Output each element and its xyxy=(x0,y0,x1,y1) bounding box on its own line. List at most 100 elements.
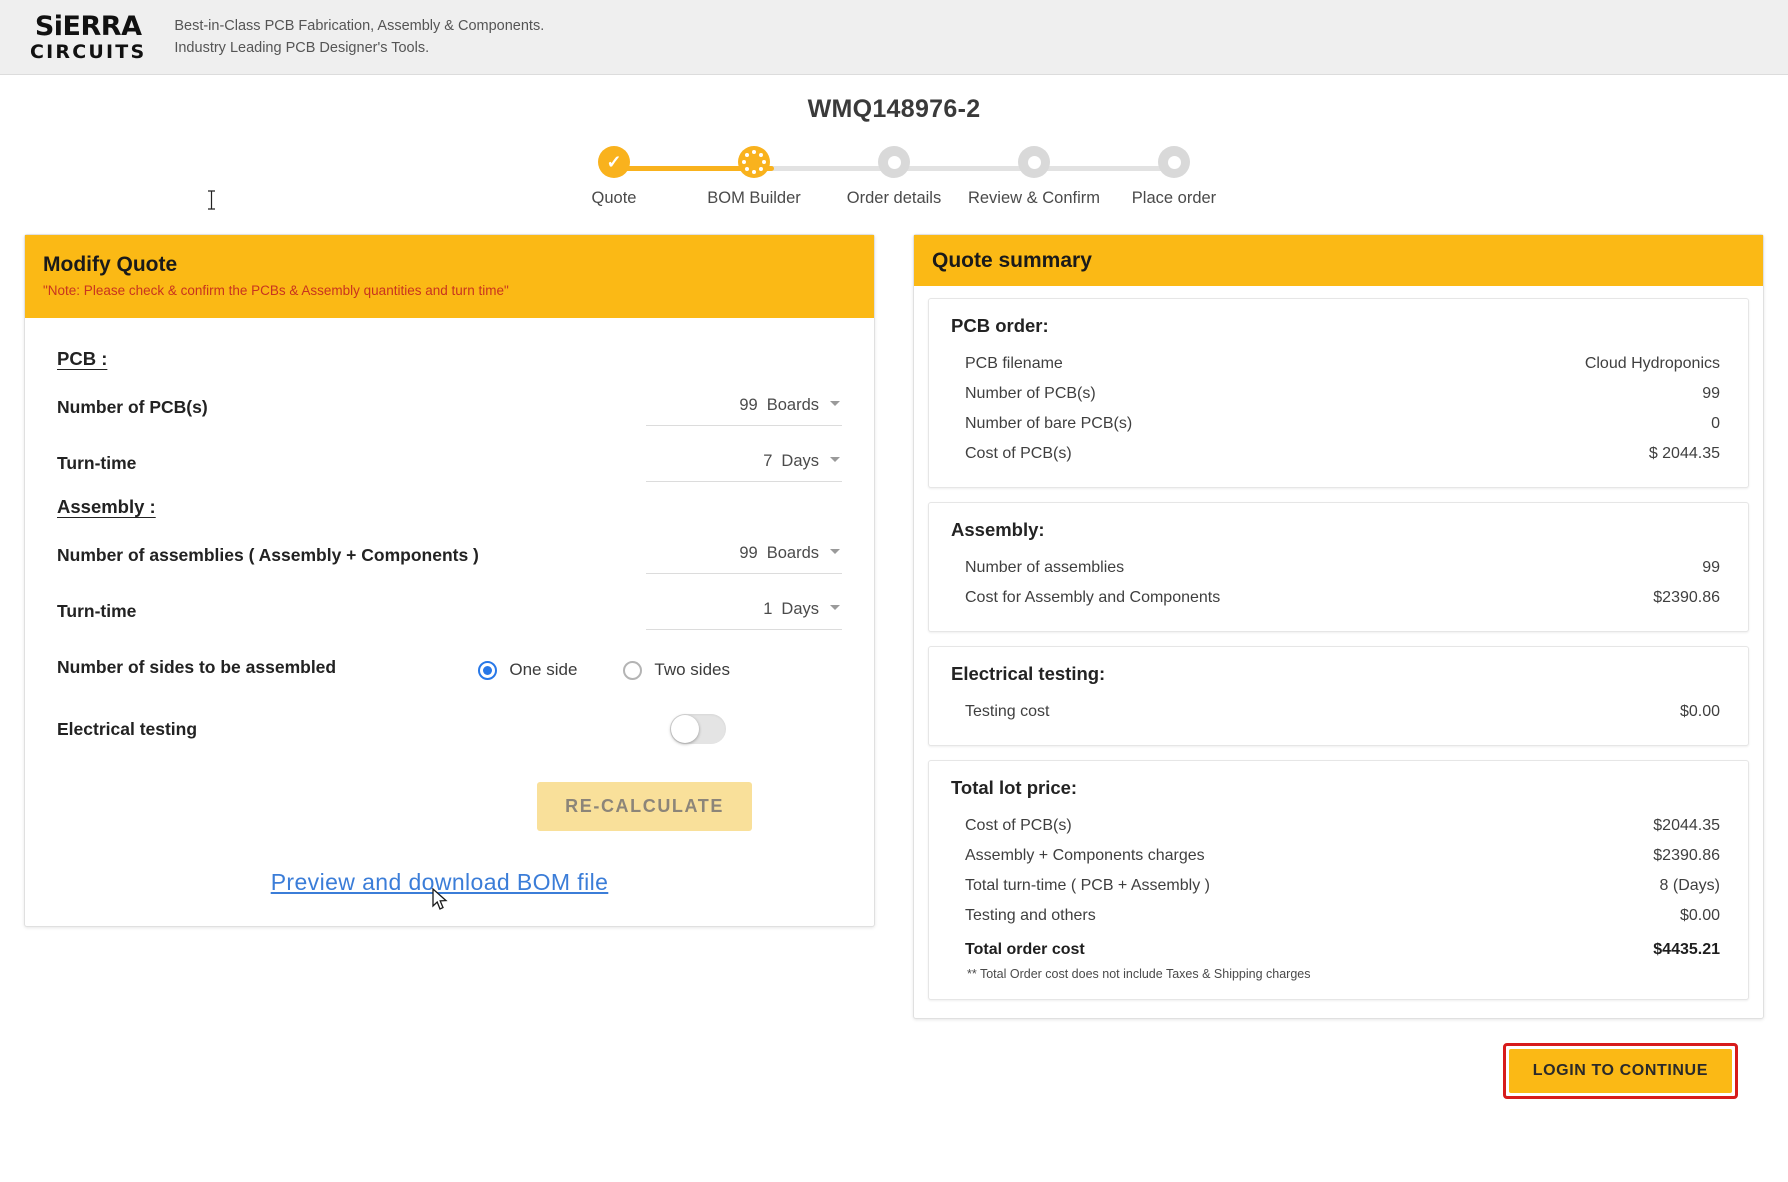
radio-label-one-side: One side xyxy=(509,660,578,679)
login-to-continue-button[interactable]: LOGIN TO CONTINUE xyxy=(1508,1049,1732,1093)
summary-heading: Total lot price: xyxy=(951,777,1078,798)
radio-label-two-sides: Two sides xyxy=(654,660,730,679)
summary-row-value: $2390.86 xyxy=(1653,847,1720,864)
chevron-down-icon xyxy=(830,549,840,554)
summary-card-total-lot-price: Total lot price: Cost of PCB(s) $2044.35… xyxy=(928,760,1749,1000)
tagline-line-2: Industry Leading PCB Designer's Tools. xyxy=(174,40,430,56)
chevron-down-icon xyxy=(830,605,840,610)
toggle-knob xyxy=(671,715,699,743)
summary-row-label: Number of assemblies xyxy=(965,559,1125,576)
summary-card-pcb-order: PCB order: PCB filename Cloud Hydroponic… xyxy=(928,298,1749,488)
summary-row-value: $0.00 xyxy=(1679,907,1720,924)
label-pcb-turn-time: Turn-time xyxy=(57,453,137,473)
modify-quote-column: Modify Quote "Note: Please check & confi… xyxy=(24,234,875,927)
summary-heading: Electrical testing: xyxy=(951,663,1106,684)
recalculate-button[interactable]: RE-CALCULATE xyxy=(537,782,752,831)
total-order-cost-label: Total order cost xyxy=(965,941,1085,958)
site-header: SiERRA CIRCUITS Best-in-Class PCB Fabric… xyxy=(0,0,1788,75)
label-number-of-assemblies: Number of assemblies ( Assembly + Compon… xyxy=(57,545,479,565)
summary-card-electrical-testing: Electrical testing: Testing cost $0.00 xyxy=(928,646,1749,746)
value-assembly-turn-time: 1 xyxy=(763,600,773,618)
select-pcb-turn-time[interactable]: 7 Days xyxy=(646,452,842,482)
select-assembly-turn-time[interactable]: 1 Days xyxy=(646,600,842,630)
value-pcb-turn-time: 7 xyxy=(763,452,773,470)
summary-row-label: Cost of PCB(s) xyxy=(965,817,1072,834)
summary-row-label: PCB filename xyxy=(965,355,1063,372)
summary-row-value: 99 xyxy=(1702,559,1720,576)
unit-assembly-turn-time: Days xyxy=(781,600,819,618)
spinner-dots-icon xyxy=(738,146,770,178)
select-number-of-pcbs[interactable]: 99 Boards xyxy=(646,396,842,426)
label-electrical-testing: Electrical testing xyxy=(57,719,198,739)
radio-selected-icon xyxy=(478,660,498,680)
quote-summary-body: PCB order: PCB filename Cloud Hydroponic… xyxy=(914,286,1763,1018)
login-button-highlight: LOGIN TO CONTINUE xyxy=(1502,1043,1738,1099)
radio-one-side[interactable]: One side xyxy=(478,660,577,680)
mouse-pointer-icon xyxy=(432,888,448,910)
summary-row: Cost of PCB(s) $2044.35 xyxy=(951,811,1726,841)
quote-summary-title: Quote summary xyxy=(932,249,1092,272)
radio-unselected-icon xyxy=(623,660,643,680)
pending-circle-icon xyxy=(1158,146,1190,178)
toggle-wrap-electrical-testing xyxy=(670,714,842,748)
logo-text-bottom: CIRCUITS xyxy=(30,40,147,63)
quote-summary-header: Quote summary xyxy=(914,235,1763,286)
label-number-of-pcbs: Number of PCB(s) xyxy=(57,397,208,417)
quote-summary-panel: Quote summary PCB order: PCB filename Cl… xyxy=(913,234,1764,1019)
select-number-of-assemblies[interactable]: 99 Boards xyxy=(646,544,842,574)
login-button-row: LOGIN TO CONTINUE xyxy=(913,1019,1764,1099)
summary-row-value: $2390.86 xyxy=(1653,589,1720,606)
radio-two-sides[interactable]: Two sides xyxy=(623,660,730,680)
pending-circle-icon xyxy=(1018,146,1050,178)
pcb-section-label: PCB : xyxy=(57,348,108,369)
modify-quote-header: Modify Quote "Note: Please check & confi… xyxy=(25,235,874,318)
step-review-confirm[interactable]: Review & Confirm xyxy=(964,146,1104,208)
label-assembly-turn-time: Turn-time xyxy=(57,601,137,621)
row-number-of-pcbs: Number of PCB(s) 99 Boards xyxy=(41,370,858,426)
bom-link-row: Preview and download BOM file xyxy=(41,831,858,896)
step-place-order[interactable]: Place order xyxy=(1104,146,1244,208)
summary-row: Testing and others $0.00 xyxy=(951,901,1726,931)
summary-row: Cost for Assembly and Components $2390.8… xyxy=(951,583,1726,613)
summary-card-assembly: Assembly: Number of assemblies 99 Cost f… xyxy=(928,502,1749,632)
summary-row-label: Number of PCB(s) xyxy=(965,385,1096,402)
main-content: Modify Quote "Note: Please check & confi… xyxy=(0,234,1788,1099)
modify-quote-note: "Note: Please check & confirm the PCBs &… xyxy=(43,283,509,298)
summary-row-value: $2044.35 xyxy=(1653,817,1720,834)
summary-row-label: Testing and others xyxy=(965,907,1096,924)
step-label-place-order: Place order xyxy=(1131,189,1217,207)
summary-row: PCB filename Cloud Hydroponics xyxy=(951,349,1726,379)
summary-row: Number of bare PCB(s) 0 xyxy=(951,409,1726,439)
row-number-of-assemblies: Number of assemblies ( Assembly + Compon… xyxy=(41,518,858,574)
text-cursor-icon xyxy=(208,190,215,210)
quote-id-title: WMQ148976-2 xyxy=(807,95,981,123)
step-label-bom-builder: BOM Builder xyxy=(707,189,801,207)
step-quote[interactable]: ✓ Quote xyxy=(544,146,684,208)
summary-row-value: 0 xyxy=(1711,415,1720,432)
summary-row-value: 8 (Days) xyxy=(1659,877,1720,894)
sierra-circuits-logo[interactable]: SiERRA CIRCUITS xyxy=(30,13,146,62)
tagline-line-1: Best-in-Class PCB Fabrication, Assembly … xyxy=(174,18,545,34)
progress-stepper: ✓ Quote BOM Builder Order details Review… xyxy=(544,146,1244,216)
step-label-quote: Quote xyxy=(591,189,637,207)
summary-row-label: Testing cost xyxy=(965,703,1050,720)
summary-row-label: Assembly + Components charges xyxy=(965,847,1205,864)
summary-row: Assembly + Components charges $2390.86 xyxy=(951,841,1726,871)
modify-quote-body: PCB : Number of PCB(s) 99 Boards Turn-ti… xyxy=(25,318,874,926)
label-sides-to-be-assembled: Number of sides to be assembled xyxy=(57,657,337,677)
unit-pcb-turn-time: Days xyxy=(781,452,819,470)
row-assembly-turn-time: Turn-time 1 Days xyxy=(41,574,858,630)
summary-row-label: Number of bare PCB(s) xyxy=(965,415,1133,432)
summary-row-value: Cloud Hydroponics xyxy=(1584,355,1720,372)
step-order-details[interactable]: Order details xyxy=(824,146,964,208)
check-icon: ✓ xyxy=(606,152,622,172)
step-bom-builder[interactable]: BOM Builder xyxy=(684,146,824,208)
recalculate-row: RE-CALCULATE xyxy=(41,748,858,831)
summary-row-value: $0.00 xyxy=(1679,703,1720,720)
spinner-circle-icon xyxy=(738,146,770,178)
summary-row-label: Cost of PCB(s) xyxy=(965,445,1072,462)
summary-row: Number of PCB(s) 99 xyxy=(951,379,1726,409)
chevron-down-icon xyxy=(830,457,840,462)
toggle-electrical-testing[interactable] xyxy=(670,714,726,744)
header-tagline: Best-in-Class PCB Fabrication, Assembly … xyxy=(174,18,544,56)
